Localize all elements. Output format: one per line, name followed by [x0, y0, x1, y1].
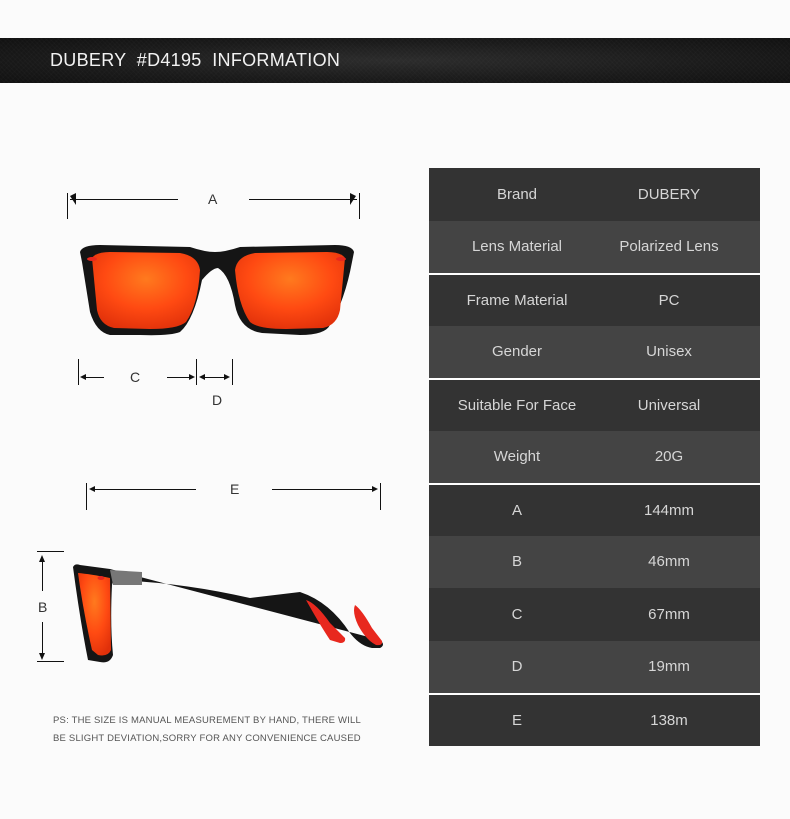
dim-e-right-tick	[380, 483, 381, 510]
spec-row-e: E 138m	[429, 693, 760, 746]
dim-c-left-tick	[78, 359, 79, 385]
dim-e-left-tick	[86, 483, 87, 510]
dim-b-line-top	[42, 558, 43, 591]
dim-b-top-tick	[37, 551, 64, 552]
spec-row-brand: Brand DUBERY	[429, 168, 760, 221]
spec-key: B	[511, 553, 522, 571]
spec-row-weight: Weight 20G	[429, 430, 760, 483]
spec-row-a: A 144mm	[429, 483, 760, 536]
spec-table: Brand DUBERY Lens Material Polarized Len…	[429, 168, 760, 746]
right-rivet	[336, 257, 346, 261]
spec-key: C	[511, 605, 523, 623]
left-rivet	[87, 257, 97, 261]
arrow-a-left	[70, 193, 76, 205]
spec-row-gender: Gender Unisex	[429, 325, 760, 378]
spec-row-c: C 67mm	[429, 588, 760, 641]
arrow-a-right	[350, 193, 356, 205]
spec-key: D	[511, 658, 523, 676]
dim-b-bottom-tick	[37, 661, 64, 662]
dim-label-d: D	[212, 392, 223, 408]
spec-key: E	[511, 711, 522, 729]
spec-value: Polarized Lens	[619, 238, 719, 256]
spec-key: Weight	[493, 448, 541, 466]
spec-row-frame-material: Frame Material PC	[429, 273, 760, 326]
spec-row-b: B 46mm	[429, 535, 760, 588]
dim-c-line-left	[84, 377, 104, 378]
dim-d-line	[203, 377, 227, 378]
left-lens	[92, 252, 200, 329]
spec-key: Gender	[491, 343, 543, 361]
spec-value: 20G	[654, 448, 684, 466]
spec-key: Brand	[496, 185, 538, 203]
right-lens	[235, 252, 345, 329]
spec-row-lens-material: Lens Material Polarized Lens	[429, 220, 760, 273]
spec-row-d: D 19mm	[429, 640, 760, 693]
dim-c-line-right	[167, 377, 191, 378]
dim-label-b: B	[38, 599, 48, 615]
spec-key: Lens Material	[471, 238, 563, 256]
dim-e-line-right	[272, 489, 375, 490]
spec-value: 19mm	[648, 658, 690, 676]
dim-label-e: E	[230, 481, 240, 497]
spec-key: Frame Material	[466, 291, 568, 309]
spec-row-face: Suitable For Face Universal	[429, 378, 760, 431]
spec-value: 46mm	[648, 553, 690, 571]
hinge	[110, 570, 142, 585]
dim-label-c: C	[130, 369, 141, 385]
dim-e-line-left	[91, 489, 196, 490]
side-rivet	[97, 576, 105, 580]
spec-key: Suitable For Face	[457, 396, 577, 414]
spec-value: 138m	[650, 711, 688, 729]
spec-value: PC	[658, 291, 680, 309]
measurement-note-line1: PS: THE SIZE IS MANUAL MEASUREMENT BY HA…	[53, 715, 362, 726]
measurement-note-line2: BE SLIGHT DEVIATION,SORRY FOR ANY CONVEN…	[53, 733, 361, 744]
spec-value: 144mm	[643, 501, 695, 519]
spec-key: A	[511, 501, 522, 519]
dim-c-right-tick	[196, 359, 197, 385]
dim-b-line-bottom	[42, 622, 43, 656]
spec-value: DUBERY	[637, 185, 701, 203]
dim-d-right-tick	[232, 359, 233, 385]
spec-value: 67mm	[648, 605, 690, 623]
spec-value: Universal	[637, 396, 701, 414]
spec-value: Unisex	[646, 343, 692, 361]
